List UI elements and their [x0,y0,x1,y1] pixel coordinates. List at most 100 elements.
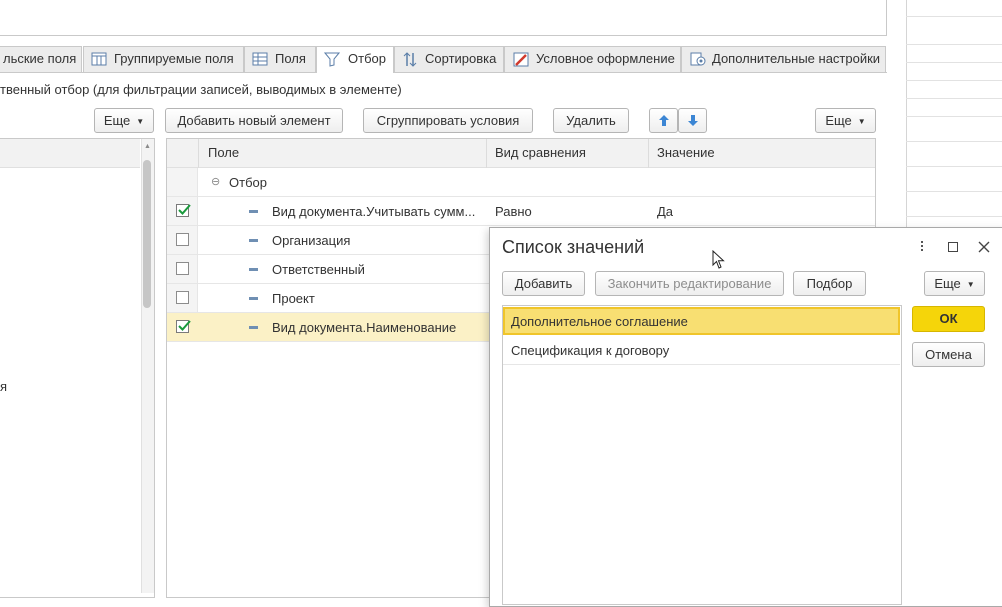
cancel-button[interactable]: Отмена [912,342,985,367]
dropdown-caret-icon: ▼ [966,280,975,289]
toolbar-more-button[interactable]: Еще ▼ [815,108,876,133]
dialog-title: Список значений [502,237,645,257]
collapse-icon[interactable]: ⊖ [211,175,220,188]
grid-line [906,16,1002,17]
group-conditions-button[interactable]: Сгруппировать условия [363,108,533,133]
left-tree-header [0,139,140,168]
button-label: Еще [825,113,852,128]
tab-label: Условное оформление [536,51,675,66]
button-label: Еще [934,276,961,291]
tab-label: Поля [275,51,306,66]
row-checkbox[interactable] [176,233,189,246]
grid-line [906,141,1002,142]
left-tree-panel [0,138,155,598]
sort-icon [403,52,417,67]
row-checkbox[interactable] [176,204,191,217]
row-field: Вид документа.Наименование [272,320,457,335]
button-label: Удалить [566,113,616,128]
tab-label: льские поля [3,51,77,66]
group-label: Отбор [229,175,267,190]
row-field: Организация [272,233,351,248]
row-comparison: Равно [495,204,532,219]
button-label: Подбор [806,276,853,291]
column-header-comparison[interactable]: Вид сравнения [495,145,586,160]
checkmark-icon [178,320,191,331]
button-label: Закончить редактирование [607,276,772,291]
button-label: Добавить новый элемент [177,113,331,128]
tab-fields[interactable]: Поля [244,46,316,72]
filter-description: твенный отбор (для фильтрации записей, в… [0,82,402,97]
grid-line [906,80,1002,81]
checkmark-icon [178,204,191,215]
grid-line [906,216,1002,217]
row-field: Ответственный [272,262,365,277]
header-divider [648,139,649,168]
table-row[interactable]: Вид документа.Учитывать сумм... Равно Да [167,197,875,226]
arrow-down-icon [687,115,698,126]
button-label: Еще [103,113,131,128]
tab-sorting[interactable]: Сортировка [394,46,504,72]
selection-button[interactable]: Подбор [793,271,866,296]
field-dash-icon [249,210,258,213]
list-item-selected[interactable]: Дополнительное соглашение [503,307,900,335]
tab-label: Группируемые поля [114,51,234,66]
left-scrollbar-thumb[interactable] [143,160,151,308]
row-checkbox[interactable] [176,291,189,304]
scroll-up-arrow-icon[interactable]: ▲ [144,143,151,150]
left-more-button[interactable]: Еще ▼ [94,108,154,133]
row-checkbox[interactable] [176,262,189,275]
fields-icon [252,52,268,66]
row-checkbox[interactable] [176,320,191,333]
button-label: Сгруппировать условия [376,113,520,128]
add-new-element-button[interactable]: Добавить новый элемент [165,108,343,133]
grid-line [906,44,1002,45]
tab-additional-settings[interactable]: Дополнительные настройки [681,46,886,72]
tab-label: Дополнительные настройки [712,51,881,66]
row-field: Проект [272,291,315,306]
tab-custom-fields[interactable]: льские поля [0,46,82,72]
mouse-cursor-icon [712,250,725,269]
button-label: ОК [939,311,958,326]
ok-button[interactable]: ОК [912,306,985,332]
left-partial-text: я [0,379,8,394]
header-divider [486,139,487,168]
dialog-menu-icon[interactable] [918,238,926,254]
list-item[interactable]: Спецификация к договору [503,336,900,365]
top-panel [0,0,887,36]
column-header-field[interactable]: Поле [208,145,239,160]
dialog-more-button[interactable]: Еще ▼ [924,271,985,296]
row-field: Вид документа.Учитывать сумм... [272,204,476,219]
filter-icon [324,52,340,67]
tab-label: Отбор [348,51,386,66]
button-label: Добавить [514,276,573,291]
grid-line [906,191,1002,192]
delete-button[interactable]: Удалить [553,108,629,133]
grid-line [906,166,1002,167]
field-dash-icon [249,297,258,300]
maximize-icon[interactable] [948,242,958,252]
button-label: Отмена [925,347,972,362]
move-down-button[interactable] [678,108,707,133]
header-divider [198,139,199,168]
tab-filter[interactable]: Отбор [316,46,394,73]
tab-conditional-formatting[interactable]: Условное оформление [504,46,681,72]
tab-strip-baseline [0,72,887,73]
table-row-group[interactable]: ⊖ Отбор [167,168,875,197]
close-icon[interactable] [978,241,990,253]
field-dash-icon [249,326,258,329]
list-item-label: Спецификация к договору [511,343,670,358]
field-dash-icon [249,268,258,271]
dropdown-caret-icon: ▼ [857,117,866,126]
row-value: Да [657,204,674,219]
settings-icon [690,52,706,66]
grid-line [906,98,1002,99]
finish-editing-button[interactable]: Закончить редактирование [595,271,784,296]
grouped-fields-icon [91,52,107,66]
dialog-add-button[interactable]: Добавить [502,271,585,296]
grid-line [906,62,1002,63]
grid-line [906,116,1002,117]
list-item-label: Дополнительное соглашение [511,314,688,329]
column-header-value[interactable]: Значение [657,145,715,160]
move-up-button[interactable] [649,108,678,133]
tab-grouped-fields[interactable]: Группируемые поля [83,46,244,72]
